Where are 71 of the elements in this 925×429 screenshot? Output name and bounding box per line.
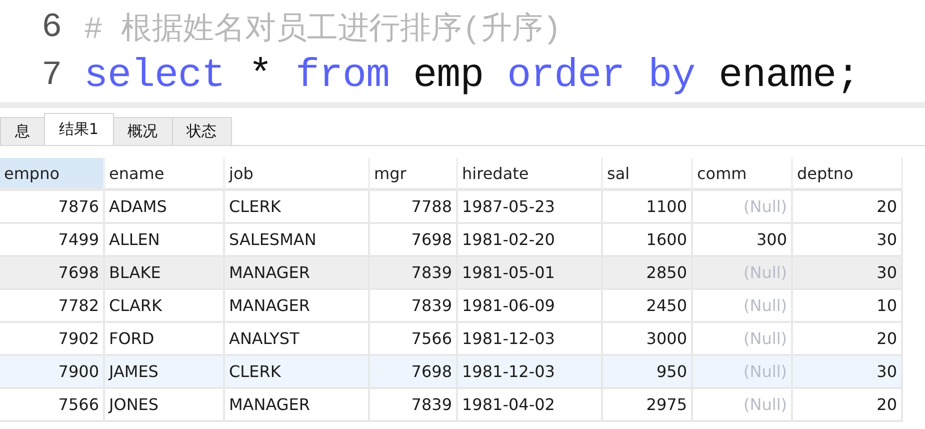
table-cell: 7698 [0,257,105,290]
table-cell: BLAKE [105,257,225,290]
table-cell: CLARK [105,290,225,323]
column-header[interactable]: empno [0,158,105,191]
table-cell: 7900 [0,356,105,389]
table-cell: 7566 [370,323,458,356]
table-cell: 7876 [0,191,105,224]
table-cell: 1981-02-20 [458,224,603,257]
table-cell: 30 [793,224,903,257]
table-cell: 1981-06-09 [458,290,603,323]
table-cell: MANAGER [225,389,370,422]
table-cell: 1100 [603,191,693,224]
table-cell: 20 [793,323,903,356]
table-cell: (Null) [693,356,793,389]
table-cell: 1981-12-03 [458,323,603,356]
table-cell: 7788 [370,191,458,224]
column-header[interactable]: deptno [793,158,903,191]
table-cell: 1981-05-01 [458,257,603,290]
table-cell: 7499 [0,224,105,257]
table-cell: 1981-12-03 [458,356,603,389]
table-cell: 7839 [370,290,458,323]
table-cell: 7698 [370,224,458,257]
result-tab[interactable]: 息 [0,117,45,145]
table-cell: (Null) [693,191,793,224]
column-header[interactable]: sal [603,158,693,191]
table-cell: SALESMAN [225,224,370,257]
code-comment: # 根据姓名对员工进行排序(升序) [84,10,562,49]
table-cell: MANAGER [225,257,370,290]
line-number: 6 [40,9,63,47]
result-tab[interactable]: 状态 [172,117,232,145]
table-cell: 950 [603,356,693,389]
table-cell: 10 [793,290,903,323]
table-cell: 20 [793,389,903,422]
table-cell: CLERK [225,356,370,389]
table-cell: MANAGER [225,290,370,323]
result-tab[interactable]: 概况 [112,117,173,145]
table-cell: 2975 [603,389,693,422]
table-cell: 7698 [370,356,458,389]
table-cell: 2850 [603,257,693,290]
column-header[interactable]: ename [105,158,225,191]
table-cell: 300 [693,224,793,257]
table-cell: 7902 [0,323,105,356]
table-cell: 30 [793,257,903,290]
table-cell: 3000 [603,323,693,356]
table-cell: 1987-05-23 [458,191,603,224]
table-cell: 7839 [370,389,458,422]
table-cell: 20 [793,191,903,224]
table-cell: CLERK [225,191,370,224]
table-cell: 2450 [603,290,693,323]
code-line: select * from emp order by ename; [84,54,860,98]
table-cell: 7782 [0,290,105,323]
column-header[interactable]: mgr [370,158,458,191]
table-cell: 7566 [0,389,105,422]
table-cell: (Null) [693,290,793,323]
line-number: 7 [40,57,63,95]
table-cell: 7839 [370,257,458,290]
column-header[interactable]: comm [693,158,793,191]
table-cell: 1981-04-02 [458,389,603,422]
table-cell: ALLEN [105,224,225,257]
table-cell: FORD [105,323,225,356]
table-cell: 1600 [603,224,693,257]
table-cell: ANALYST [225,323,370,356]
table-cell: JAMES [105,356,225,389]
column-header[interactable]: hiredate [458,158,603,191]
table-cell: (Null) [693,389,793,422]
column-header[interactable]: job [225,158,370,191]
table-cell: 30 [793,356,903,389]
table-cell: (Null) [693,323,793,356]
sql-editor[interactable]: 6 # 根据姓名对员工进行排序(升序) 7 select * from emp order by ename; [0,0,925,108]
table-cell: ADAMS [105,191,225,224]
table-cell: JONES [105,389,225,422]
